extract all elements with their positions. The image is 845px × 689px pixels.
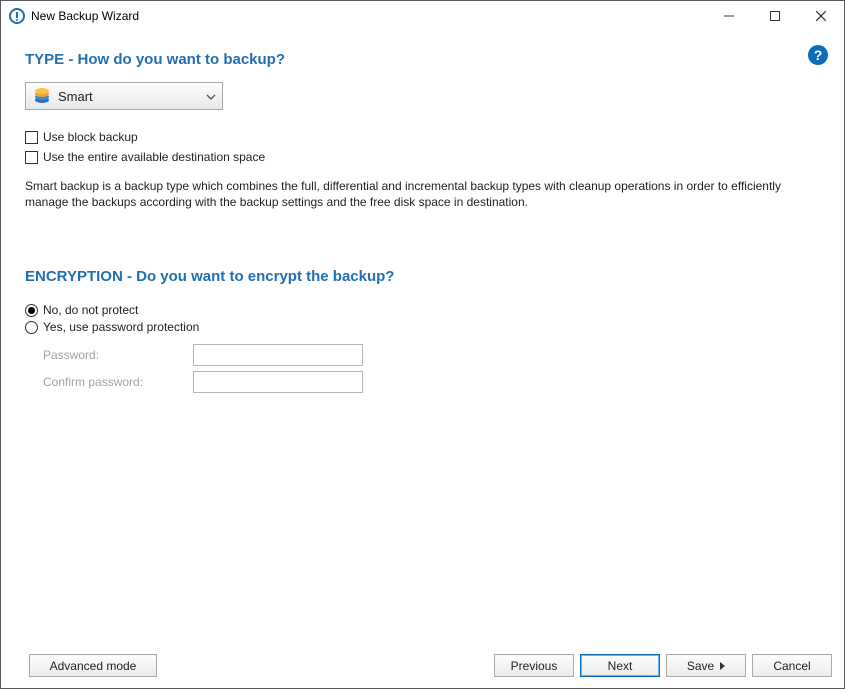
password-row: Password: [43,344,820,366]
password-input[interactable] [193,344,363,366]
confirm-password-label: Confirm password: [43,375,193,389]
backup-type-dropdown[interactable]: Smart [25,82,223,110]
window-title: New Backup Wizard [31,9,139,23]
confirm-password-row: Confirm password: [43,371,820,393]
minimize-button[interactable] [706,1,752,30]
stack-icon [32,86,52,106]
radio-icon [25,304,38,317]
encryption-heading: ENCRYPTION - Do you want to encrypt the … [25,268,820,285]
password-label: Password: [43,348,193,362]
save-button[interactable]: Save [666,654,746,677]
encrypt-yes-label: Yes, use password protection [43,320,199,334]
cancel-button[interactable]: Cancel [752,654,832,677]
radio-icon [25,321,38,334]
confirm-password-input[interactable] [193,371,363,393]
previous-label: Previous [511,659,558,673]
backup-type-value: Smart [58,89,93,104]
wizard-window: New Backup Wizard ? TYPE - How do you wa… [0,0,845,689]
checkbox-icon [25,151,38,164]
checkbox-icon [25,131,38,144]
encrypt-no-label: No, do not protect [43,303,138,317]
close-button[interactable] [798,1,844,30]
advanced-mode-label: Advanced mode [50,659,137,673]
window-controls [706,1,844,30]
cancel-label: Cancel [773,659,810,673]
use-block-backup-label: Use block backup [43,130,138,144]
next-button[interactable]: Next [580,654,660,677]
footer: Advanced mode Previous Next Save Cancel [1,650,844,688]
type-heading: TYPE - How do you want to backup? [25,51,820,68]
use-block-backup-row[interactable]: Use block backup [25,130,820,144]
previous-button[interactable]: Previous [494,654,574,677]
maximize-button[interactable] [752,1,798,30]
triangle-right-icon [720,662,725,670]
next-label: Next [608,659,633,673]
help-icon[interactable]: ? [808,45,828,65]
password-form: Password: Confirm password: [25,344,820,393]
app-icon [9,8,25,24]
encrypt-yes-row[interactable]: Yes, use password protection [25,320,820,334]
advanced-mode-button[interactable]: Advanced mode [29,654,157,677]
save-label: Save [687,659,714,673]
chevron-down-icon [206,89,216,103]
type-description: Smart backup is a backup type which comb… [25,178,815,210]
titlebar: New Backup Wizard [1,1,844,31]
content-area: ? TYPE - How do you want to backup? Smar… [1,31,844,650]
use-entire-space-row[interactable]: Use the entire available destination spa… [25,150,820,164]
encrypt-no-row[interactable]: No, do not protect [25,303,820,317]
use-entire-space-label: Use the entire available destination spa… [43,150,265,164]
